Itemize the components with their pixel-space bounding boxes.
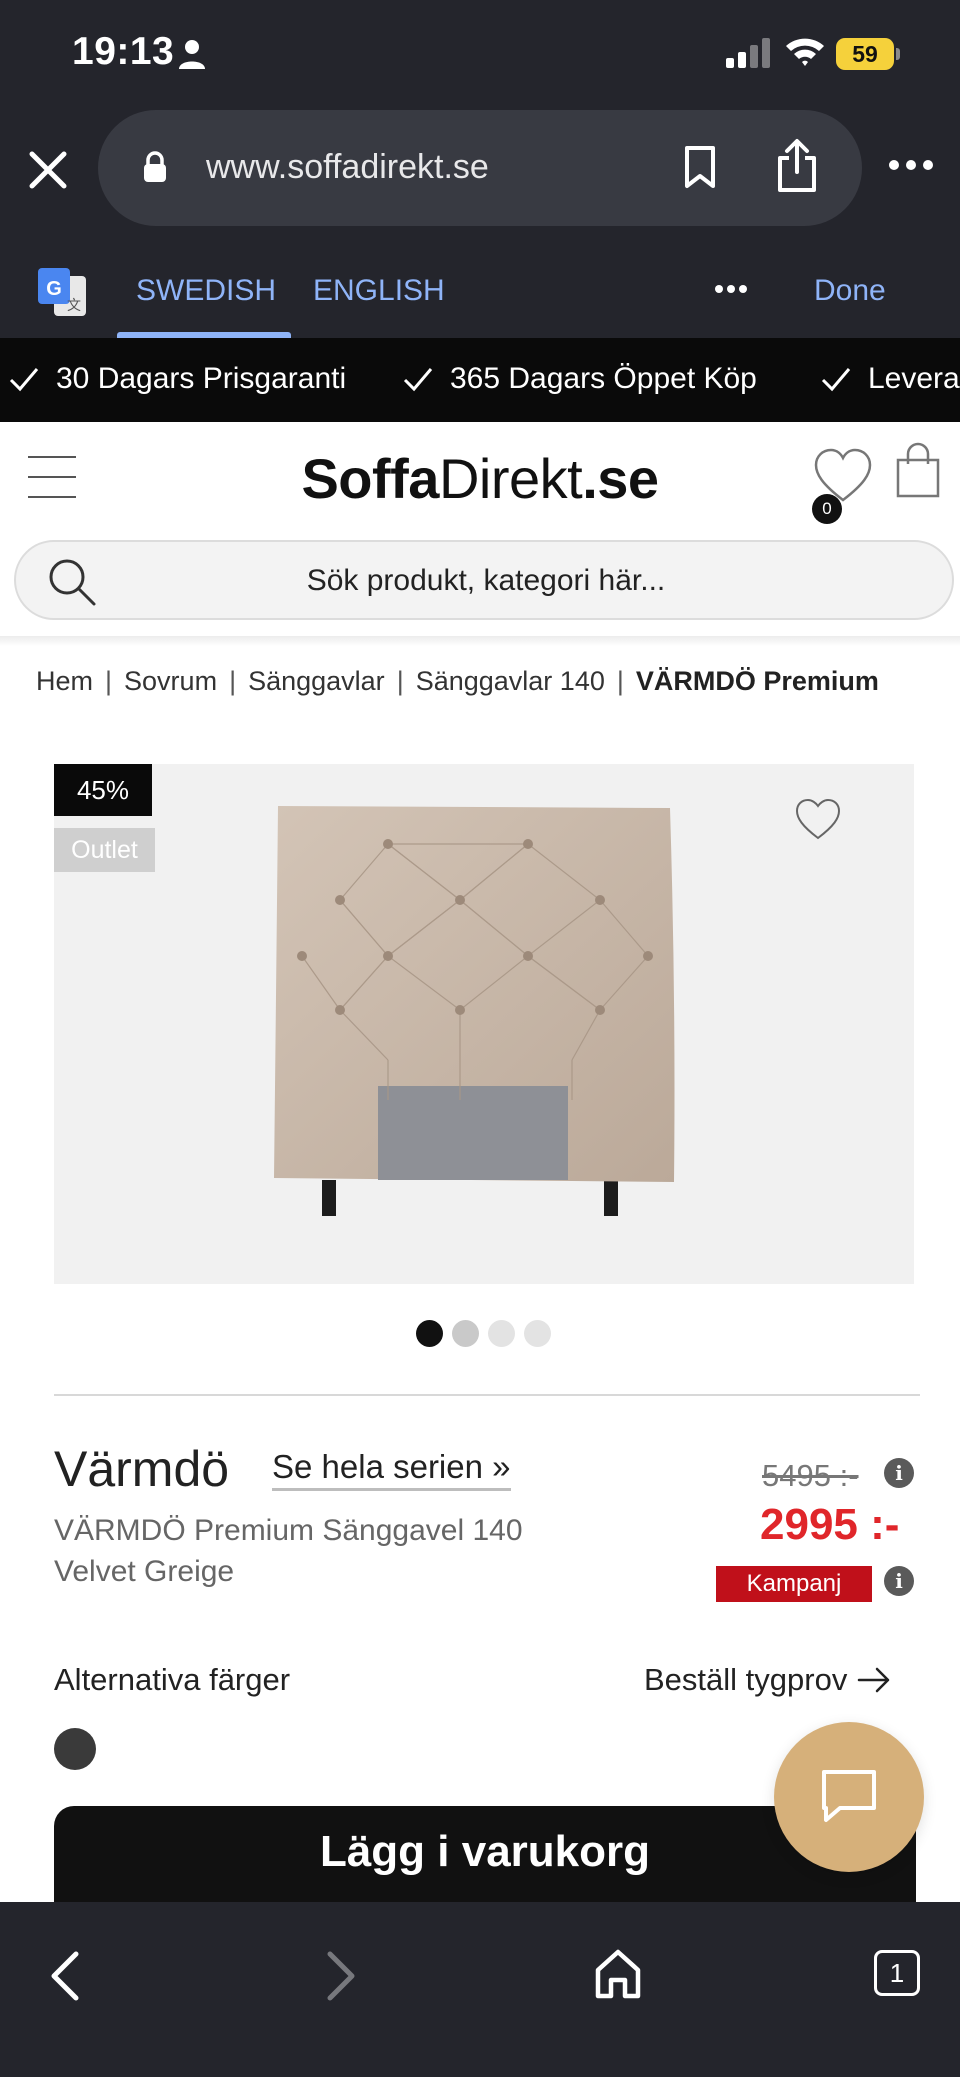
color-swatch[interactable] <box>54 1728 96 1770</box>
promo-item: Levera <box>820 362 960 396</box>
more-icon[interactable] <box>714 284 748 294</box>
breadcrumb-separator: | <box>616 666 624 696</box>
logo-part: Direkt <box>438 447 583 510</box>
cart-icon[interactable] <box>894 442 942 498</box>
battery-tip <box>896 48 900 60</box>
check-icon <box>403 368 433 392</box>
outlet-badge: Outlet <box>54 828 155 872</box>
browser-bottom-nav: 1 <box>0 1902 960 2077</box>
current-price: 2995 :- <box>760 1500 900 1549</box>
address-bar[interactable]: www.soffadirekt.se <box>98 110 862 226</box>
google-translate-icon: G 文 <box>38 268 86 316</box>
check-icon <box>9 368 39 392</box>
tab-swedish[interactable]: SWEDISH <box>136 274 276 308</box>
done-button[interactable]: Done <box>814 274 886 308</box>
carousel-dot[interactable] <box>488 1320 515 1347</box>
lock-icon <box>144 151 166 182</box>
logo-part: Soffa <box>301 447 439 510</box>
share-icon[interactable] <box>774 138 820 194</box>
check-icon <box>821 368 851 392</box>
info-icon[interactable]: i <box>884 1458 914 1488</box>
carousel-dots <box>416 1320 556 1348</box>
forward-icon[interactable] <box>322 1948 362 2004</box>
alternative-colors-label: Alternativa färger <box>54 1662 291 1697</box>
wishlist-count: 0 <box>812 494 842 524</box>
promo-item: 30 Dagars Prisgaranti <box>8 362 346 396</box>
promo-ticker: 30 Dagars Prisgaranti 365 Dagars Öppet K… <box>0 338 960 422</box>
tabs-button[interactable]: 1 <box>874 1950 920 1996</box>
promo-text: Levera <box>868 362 960 395</box>
close-icon[interactable] <box>22 144 74 196</box>
chat-icon <box>822 1770 876 1822</box>
header-shadow <box>0 636 960 646</box>
person-icon <box>179 40 205 69</box>
breadcrumb-separator: | <box>229 666 237 696</box>
info-icon[interactable]: i <box>884 1566 914 1596</box>
headboard-image <box>274 806 675 1216</box>
divider <box>54 1394 920 1396</box>
product-description: VÄRMDÖ Premium Sänggavel 140 Velvet Grei… <box>54 1514 523 1588</box>
back-icon[interactable] <box>44 1948 84 2004</box>
logo-part: .se <box>582 447 659 510</box>
breadcrumb-separator: | <box>396 666 404 696</box>
status-bar: 19:13 59 <box>0 0 960 108</box>
carousel-dot-active[interactable] <box>416 1320 443 1347</box>
wishlist-button[interactable]: 0 <box>812 446 874 524</box>
url-text: www.soffadirekt.se <box>206 148 489 186</box>
carousel-dot[interactable] <box>524 1320 551 1347</box>
campaign-badge: Kampanj <box>716 1566 872 1602</box>
search-input[interactable]: Sök produkt, kategori här... <box>14 540 954 620</box>
svg-text:文: 文 <box>67 298 81 314</box>
promo-text: 30 Dagars Prisgaranti <box>56 362 347 395</box>
browser-toolbar: www.soffadirekt.se <box>0 108 960 238</box>
home-icon[interactable] <box>592 1946 644 2002</box>
site-header: SoffaDirekt.se 0 <box>0 422 960 532</box>
old-price: 5495 :- <box>762 1458 859 1493</box>
chat-button[interactable] <box>774 1722 924 1872</box>
breadcrumb-item-sanggavlar-140[interactable]: Sänggavlar 140 <box>416 666 605 706</box>
product-image-carousel[interactable]: 45% Outlet <box>54 764 914 1284</box>
signal-icon <box>726 38 770 68</box>
more-icon[interactable] <box>888 158 934 172</box>
wifi-icon <box>786 38 824 66</box>
breadcrumb: Hem | Sovrum | Sänggavlar | Sänggavlar 1… <box>36 666 936 706</box>
translate-bar: G 文 SWEDISH ENGLISH Done <box>0 238 960 338</box>
breadcrumb-item-hem[interactable]: Hem <box>36 666 93 706</box>
order-fabric-sample-link[interactable]: Beställ tygprov <box>644 1662 891 1698</box>
battery-level: 59 <box>836 38 894 70</box>
breadcrumb-item-sanggavlar[interactable]: Sänggavlar <box>248 666 385 706</box>
status-time: 19:13 <box>72 30 175 73</box>
promo-item: 365 Dagars Öppet Köp <box>402 362 757 396</box>
product-name: Värmdö <box>54 1441 230 1497</box>
fabric-sample-label: Beställ tygprov <box>644 1662 848 1697</box>
promo-text: 365 Dagars Öppet Köp <box>450 362 757 395</box>
breadcrumb-item-sovrum[interactable]: Sovrum <box>124 666 217 706</box>
bookmark-icon[interactable] <box>680 144 720 190</box>
carousel-dot[interactable] <box>452 1320 479 1347</box>
discount-badge: 45% <box>54 764 152 816</box>
svg-text:G: G <box>46 278 62 300</box>
search-placeholder: Sök produkt, kategori här... <box>306 564 666 597</box>
breadcrumb-separator: | <box>105 666 113 696</box>
arrow-right-icon <box>858 1667 890 1693</box>
breadcrumb-current: VÄRMDÖ Premium <box>635 666 879 696</box>
series-link[interactable]: Se hela serien » <box>272 1448 511 1491</box>
battery-indicator: 59 <box>836 38 900 70</box>
heart-icon[interactable] <box>794 798 842 842</box>
tab-english[interactable]: ENGLISH <box>313 274 445 308</box>
